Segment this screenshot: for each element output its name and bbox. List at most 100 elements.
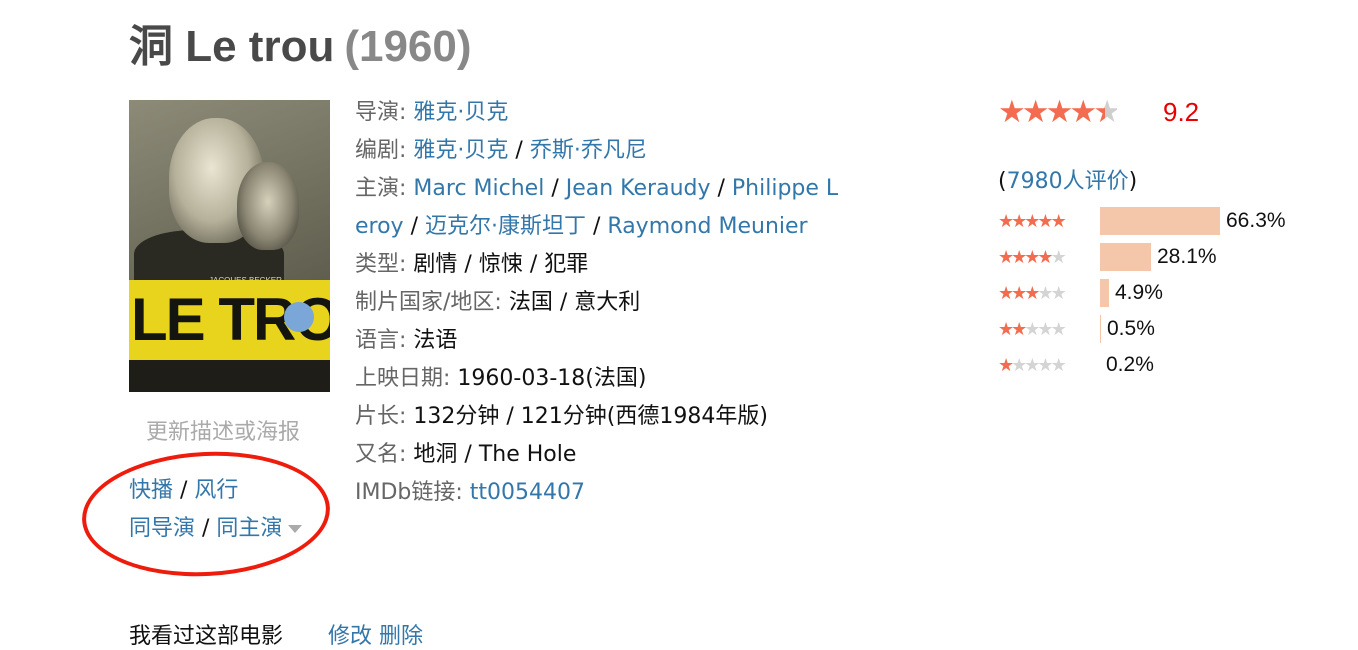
star-icon: ★ bbox=[1050, 319, 1067, 340]
genre-label: 类型 bbox=[355, 252, 400, 277]
genre-value: 剧情 / 惊悚 / 犯罪 bbox=[413, 252, 589, 277]
edit-link[interactable]: 修改 bbox=[328, 624, 372, 649]
aka-value: 地洞 / The Hole bbox=[413, 442, 577, 467]
star-icon: ★ bbox=[1050, 283, 1067, 304]
cast-link[interactable]: Marc Michel bbox=[413, 176, 544, 201]
star-icon: ★ bbox=[998, 211, 1014, 232]
aka-label: 又名 bbox=[355, 442, 400, 467]
cast-link[interactable]: eroy bbox=[355, 214, 404, 239]
rating-stars: ★★★★★ bbox=[998, 94, 1121, 130]
star-icon: ★ bbox=[1050, 355, 1067, 376]
info-cast: 主演: Marc Michel / Jean Keraudy / Philipp… bbox=[355, 176, 839, 201]
star-icon: ★ bbox=[1024, 355, 1040, 376]
rating-score: 9.2 bbox=[1163, 97, 1200, 127]
delete-link[interactable]: 删除 bbox=[379, 624, 423, 649]
star-icon: ★ bbox=[998, 355, 1014, 376]
star-icon: ★ bbox=[1045, 94, 1074, 130]
star-icon: ★ bbox=[1024, 319, 1040, 340]
rating-bar bbox=[1100, 315, 1101, 343]
country-label: 制片国家/地区 bbox=[355, 290, 495, 315]
info-runtime: 片长: 132分钟 / 121分钟(西德1984年版) bbox=[355, 404, 768, 429]
star-icon: ★ bbox=[1024, 283, 1040, 304]
movie-info: 导演: 雅克·贝克 编剧: 雅克·贝克 / 乔斯·乔凡尼 主演: Marc Mi… bbox=[355, 94, 855, 512]
imdb-link[interactable]: tt0054407 bbox=[470, 480, 585, 505]
star-icon: ★ bbox=[1037, 247, 1053, 268]
watch-link-fengxing[interactable]: 风行 bbox=[194, 478, 238, 503]
star-icon: ★ bbox=[1050, 247, 1067, 268]
mini-stars-icon: ★★★★★ bbox=[998, 351, 1067, 381]
star-icon: ★ bbox=[998, 94, 1026, 130]
star-icon: ★ bbox=[1037, 211, 1053, 232]
votes-link[interactable]: 7980人评价 bbox=[1007, 169, 1129, 194]
poster-face-secondary bbox=[237, 162, 299, 250]
info-imdb: IMDb链接: tt0054407 bbox=[355, 480, 586, 505]
movie-year: (1960) bbox=[344, 22, 472, 71]
seen-text: 我看过这部电影 bbox=[129, 624, 284, 649]
star-icon: ★ bbox=[1037, 283, 1053, 304]
info-genre: 类型: 剧情 / 惊悚 / 犯罪 bbox=[355, 252, 589, 277]
star-icon: ★ bbox=[1069, 94, 1097, 130]
rating-percent: 66.3% bbox=[1226, 209, 1286, 232]
update-description-link[interactable]: 更新描述或海报 bbox=[146, 414, 300, 446]
mini-stars-icon: ★★★★★ bbox=[998, 243, 1067, 273]
star-icon: ★ bbox=[1011, 355, 1027, 376]
writer-link[interactable]: 雅克·贝克 bbox=[413, 138, 508, 163]
language-value: 法语 bbox=[413, 328, 458, 353]
info-release: 上映日期: 1960-03-18(法国) bbox=[355, 366, 647, 391]
rating-bar bbox=[1100, 207, 1220, 235]
dropdown-arrow-icon[interactable] bbox=[288, 525, 303, 533]
rating-bar bbox=[1100, 243, 1151, 271]
rating-percent: 0.2% bbox=[1106, 353, 1154, 376]
page-title: 洞 Le trou (1960) bbox=[129, 10, 472, 74]
info-writers: 编剧: 雅克·贝克 / 乔斯·乔凡尼 bbox=[355, 138, 647, 163]
movie-title: 洞 Le trou bbox=[129, 22, 335, 71]
poster-blue-dot bbox=[284, 302, 314, 332]
release-value: 1960-03-18(法国) bbox=[457, 366, 647, 391]
cast-link[interactable]: Raymond Meunier bbox=[607, 214, 807, 239]
country-value: 法国 / 意大利 bbox=[508, 290, 641, 315]
star-icon: ★ bbox=[1024, 211, 1040, 232]
runtime-value: 132分钟 / 121分钟(西德1984年版) bbox=[413, 404, 768, 429]
rating-bar bbox=[1100, 279, 1109, 307]
star-icon: ★ bbox=[1050, 211, 1067, 232]
info-cast-continued: eroy / 迈克尔·康斯坦丁 / Raymond Meunier bbox=[355, 214, 808, 239]
info-country: 制片国家/地区: 法国 / 意大利 bbox=[355, 290, 641, 315]
same-director-link[interactable]: 同导演 bbox=[129, 516, 195, 541]
same-cast-link[interactable]: 同主演 bbox=[216, 516, 282, 541]
imdb-label: IMDb链接 bbox=[355, 480, 456, 505]
star-icon: ★ bbox=[998, 283, 1014, 304]
star-icon: ★ bbox=[1011, 211, 1027, 232]
mini-stars-icon: ★★★★★ bbox=[998, 315, 1067, 345]
star-icon: ★ bbox=[1037, 319, 1053, 340]
watch-link-kuaibo[interactable]: 快播 bbox=[129, 478, 173, 503]
info-director: 导演: 雅克·贝克 bbox=[355, 100, 509, 125]
star-icon: ★ bbox=[1037, 355, 1053, 376]
mini-stars-icon: ★★★★★ bbox=[998, 279, 1067, 309]
language-label: 语言 bbox=[355, 328, 400, 353]
separator: / bbox=[173, 478, 195, 503]
rating-votes: (7980人评价) bbox=[998, 163, 1137, 195]
star-icon: ★ bbox=[1011, 283, 1027, 304]
writer-link[interactable]: 乔斯·乔凡尼 bbox=[530, 138, 647, 163]
separator: / bbox=[195, 516, 217, 541]
related-links: 同导演 / 同主演 bbox=[129, 510, 303, 542]
director-label: 导演 bbox=[355, 100, 400, 125]
cast-link[interactable]: 迈克尔·康斯坦丁 bbox=[425, 214, 586, 239]
info-aka: 又名: 地洞 / The Hole bbox=[355, 442, 577, 467]
cast-link[interactable]: Jean Keraudy bbox=[566, 176, 711, 201]
info-language: 语言: 法语 bbox=[355, 328, 458, 353]
movie-poster[interactable]: JACQUES BECKER LE TROU bbox=[129, 100, 330, 392]
seen-status: 我看过这部电影 修改 删除 bbox=[129, 618, 423, 650]
rating-percent: 4.9% bbox=[1115, 281, 1163, 304]
watch-links: 快播 / 风行 bbox=[129, 472, 238, 504]
director-link[interactable]: 雅克·贝克 bbox=[413, 100, 508, 125]
star-icon: ★ bbox=[998, 247, 1014, 268]
half-star-icon: ★ bbox=[1093, 94, 1121, 130]
mini-stars-icon: ★★★★★ bbox=[998, 207, 1067, 237]
rating-percent: 0.5% bbox=[1107, 317, 1155, 340]
star-icon: ★ bbox=[1024, 247, 1040, 268]
cast-link[interactable]: Philippe L bbox=[732, 176, 838, 201]
rating-percent: 28.1% bbox=[1157, 245, 1217, 268]
star-icon: ★ bbox=[1011, 319, 1027, 340]
star-icon: ★ bbox=[998, 319, 1014, 340]
